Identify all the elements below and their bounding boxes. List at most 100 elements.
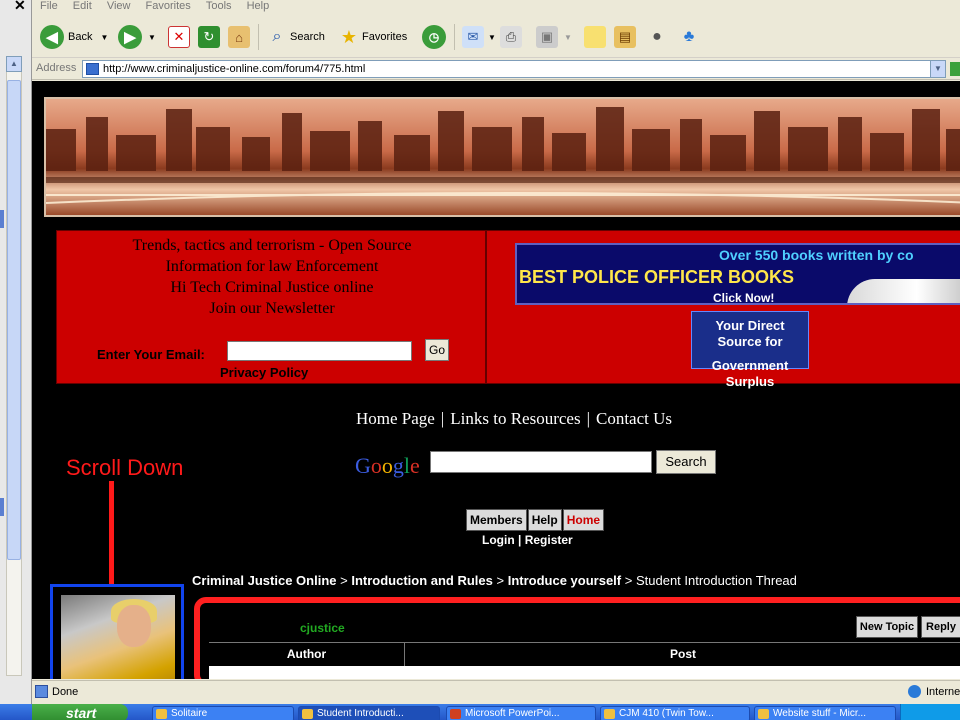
breadcrumb-item[interactable]: Introduce yourself [508,573,621,588]
home-button[interactable]: Home [562,509,605,531]
breadcrumb-current: Student Introduction Thread [635,573,797,588]
ad-headline: Over 550 books written by co [719,247,914,263]
email-field[interactable] [227,341,412,361]
refresh-button[interactable]: ↻ [198,21,220,53]
scroll-down-annotation: Scroll Down [66,455,184,480]
notes-button[interactable] [584,21,606,53]
history-icon: ◷ [422,25,446,49]
back-button[interactable]: ◀ Back ▼ [40,21,108,53]
taskbar-item-powerpoint[interactable]: Microsoft PowerPoi... [446,706,596,720]
register-link[interactable]: Register [525,533,573,547]
menu-edit[interactable]: Edit [73,0,92,12]
menu-tools[interactable]: Tools [206,0,232,12]
history-button[interactable]: ◷ [422,21,446,53]
ad-title: BEST POLICE OFFICER BOOKS [519,267,795,287]
browser-toolbar: ◀ Back ▼ ▶ ▼ ✕ ↻ ⌂ ⌕ Search ★ Favorites … [32,16,960,58]
menu-view[interactable]: View [107,0,131,12]
forward-arrow-icon: ▶ [118,25,142,49]
window-marker [0,210,4,228]
new-topic-button[interactable]: New Topic [856,616,918,638]
ad-panel: Over 550 books written by co BEST POLICE… [486,230,960,389]
breadcrumb-item[interactable]: Introduction and Rules [351,573,493,588]
search-submit-button[interactable]: Search [656,450,716,474]
favorites-button[interactable]: ★ Favorites [338,21,407,53]
go-button[interactable]: Go [425,339,449,361]
chevron-down-icon[interactable]: ▼ [930,60,946,78]
print-button[interactable]: ⎙ [500,21,522,53]
police-car-image [847,279,960,303]
breadcrumb: Criminal Justice Online > Introduction a… [192,573,797,588]
research-icon: ▤ [614,26,636,48]
ad-cta: Click Now! [713,291,775,305]
search-label: Search [290,31,325,43]
url-field[interactable]: http://www.criminaljustice-online.com/fo… [82,60,946,78]
close-icon[interactable]: ✕ [14,0,26,14]
police-books-ad[interactable]: Over 550 books written by co BEST POLICE… [515,243,960,305]
chevron-down-icon[interactable]: ▼ [148,33,156,42]
skyline-graphic [46,107,960,204]
menu-file[interactable]: File [40,0,58,12]
home-button[interactable]: ⌂ [228,21,250,53]
taskbar-item-cjm[interactable]: CJM 410 (Twin Tow... [600,706,750,720]
login-link[interactable]: Login [482,533,515,547]
google-search-input[interactable] [430,451,652,473]
web-page: Trends, tactics and terrorism - Open Sou… [32,81,960,679]
taskbar: start Solitaire Student Introducti... Mi… [0,704,960,720]
refresh-icon: ↻ [198,26,220,48]
messenger-icon: ♣ [683,28,695,45]
ad-line: Your Direct Source for [715,318,785,349]
promo-line: Trends, tactics and terrorism - Open Sou… [132,237,412,254]
mail-button[interactable]: ✉ ▼ [462,21,496,53]
print-icon: ⎙ [500,26,522,48]
menu-help[interactable]: Help [247,0,270,12]
taskbar-item-website[interactable]: Website stuff - Micr... [754,706,896,720]
google-logo-text: Google [355,453,420,478]
forum-menu: Members Help Home [466,509,605,531]
stop-button[interactable]: ✕ [168,21,190,53]
city-banner-image [44,97,960,217]
research-button[interactable]: ▤ [614,21,636,53]
chevron-down-icon[interactable]: ▼ [100,33,108,42]
home-icon: ⌂ [228,26,250,48]
newsletter-panel: Trends, tactics and terrorism - Open Sou… [56,230,486,384]
system-tray[interactable] [900,704,960,720]
scrollbar-thumb[interactable] [7,80,21,560]
star-icon: ★ [340,26,358,47]
privacy-policy-link[interactable]: Privacy Policy [220,365,308,380]
start-button[interactable]: start [32,704,128,720]
back-arrow-icon: ◀ [40,25,64,49]
help-button[interactable]: Help [527,509,562,531]
site-nav: Home Page | Links to Resources | Contact Us [356,409,673,428]
reply-button[interactable]: Reply [921,616,960,638]
user-avatar-frame [50,584,184,679]
avatar[interactable] [61,595,175,679]
note-icon [584,26,606,48]
scroll-up-icon[interactable]: ▲ [6,56,22,72]
messenger-button[interactable]: ♣ [678,21,700,53]
security-zone: Interne [926,686,960,698]
discuss-button[interactable]: ● [646,21,668,53]
members-button[interactable]: Members [466,509,527,531]
taskbar-item-solitaire[interactable]: Solitaire [152,706,294,720]
resources-link[interactable]: Links to Resources [450,409,580,428]
search-icon: ⌕ [272,28,282,45]
chevron-down-icon[interactable]: ▼ [488,33,496,42]
google-logo: Google [355,453,420,479]
government-surplus-ad[interactable]: Your Direct Source for Government Surplu… [691,311,809,389]
home-page-link[interactable]: Home Page [356,409,435,428]
username[interactable]: cjustice [300,621,345,635]
menu-favorites[interactable]: Favorites [146,0,191,12]
table-row [209,666,960,679]
globe-icon [908,685,921,698]
chevron-down-icon[interactable]: ▼ [564,33,572,42]
edit-button[interactable]: ▣ ▼ [536,21,572,53]
go-arrow-icon[interactable] [950,62,960,76]
forward-button[interactable]: ▶ ▼ [118,21,156,53]
url-text: http://www.criminaljustice-online.com/fo… [103,63,366,75]
breadcrumb-item[interactable]: Criminal Justice Online [192,573,337,588]
status-text: Done [52,686,79,698]
taskbar-item-student-intro[interactable]: Student Introducti... [298,706,440,720]
contact-link[interactable]: Contact Us [596,409,672,428]
stop-icon: ✕ [168,26,190,48]
search-button[interactable]: ⌕ Search [266,21,325,53]
